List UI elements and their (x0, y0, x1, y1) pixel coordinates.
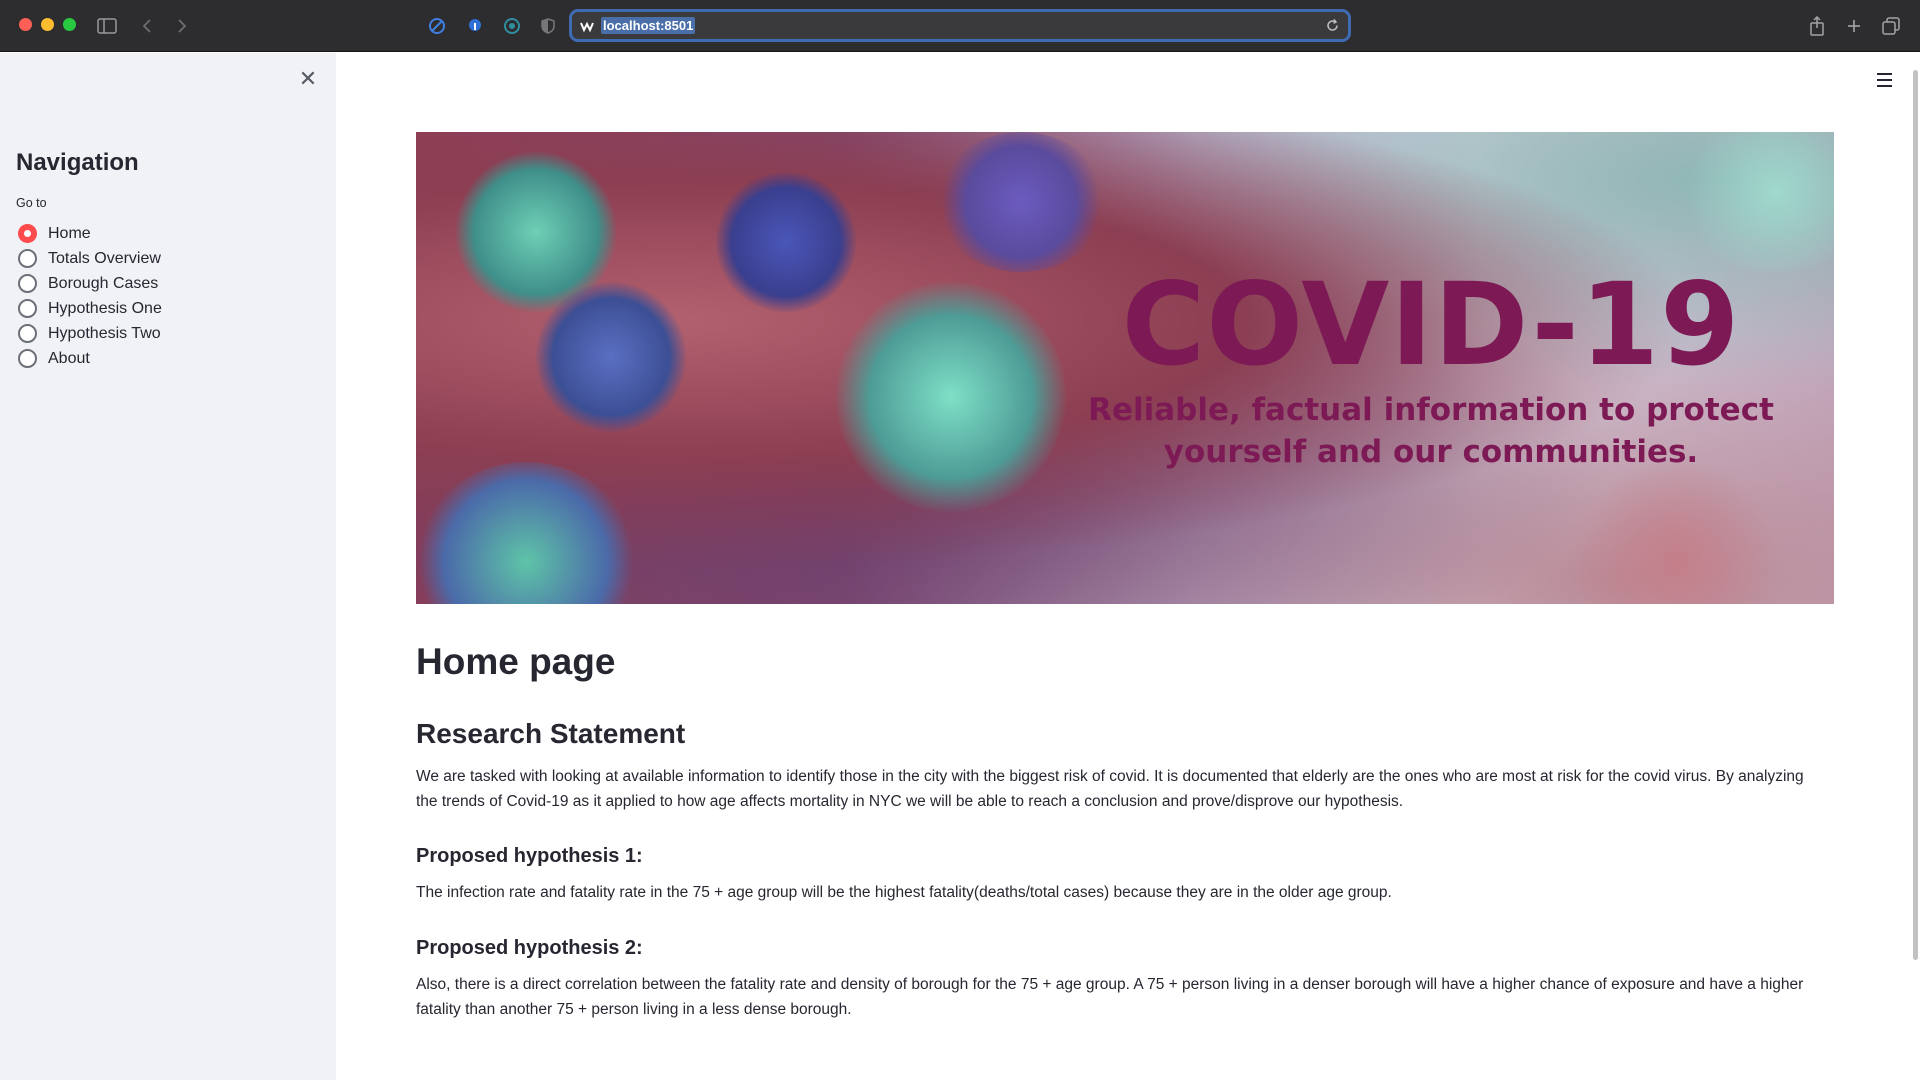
close-window-button[interactable] (19, 18, 32, 31)
radio-option-home[interactable]: Home (18, 221, 162, 246)
reload-icon[interactable] (1325, 18, 1340, 33)
site-icon (580, 21, 594, 32)
hamburger-menu-icon[interactable] (1870, 68, 1898, 92)
sidebar-title: Navigation (16, 149, 139, 176)
sidebar-toggle-icon[interactable] (94, 13, 120, 39)
radio-option-borough-cases[interactable]: Borough Cases (18, 271, 162, 296)
forward-icon[interactable] (169, 13, 195, 39)
covid-banner-image: COVID-19 Reliable, factual information t… (416, 132, 1834, 604)
radio-label: Hypothesis Two (48, 324, 161, 342)
radio-option-about[interactable]: About (18, 346, 162, 371)
share-icon[interactable] (1804, 13, 1830, 39)
back-icon[interactable] (134, 13, 160, 39)
password-extension-icon[interactable] (462, 13, 488, 39)
radio-button[interactable] (18, 299, 37, 318)
page-scrollbar[interactable] (1913, 70, 1918, 960)
blocker-extension-icon[interactable] (424, 13, 450, 39)
radio-button-checked[interactable] (18, 224, 37, 243)
radio-label: Totals Overview (48, 249, 161, 267)
banner-title: COVID-19 (1121, 258, 1741, 391)
radio-option-totals-overview[interactable]: Totals Overview (18, 246, 162, 271)
research-statement-text: We are tasked with looking at available … (416, 768, 1804, 810)
maximize-window-button[interactable] (63, 18, 76, 31)
radio-button[interactable] (18, 249, 37, 268)
privacy-extension-icon[interactable] (499, 13, 525, 39)
goto-label: Go to (16, 196, 47, 210)
research-statement-heading: Research Statement (416, 718, 686, 749)
radio-label: Borough Cases (48, 274, 159, 292)
hypothesis-2-text: Also, there is a direct correlation betw… (416, 976, 1804, 1018)
radio-label: About (48, 349, 90, 367)
close-icon[interactable]: ✕ (296, 66, 320, 91)
hypothesis-1-heading: Proposed hypothesis 1: (416, 845, 643, 867)
banner-subtitle-line2: yourself and our communities. (1163, 434, 1699, 470)
banner-subtitle-line1: Reliable, factual information to protect (1088, 392, 1774, 428)
shield-icon[interactable] (535, 13, 561, 39)
radio-button[interactable] (18, 324, 37, 343)
window-controls (19, 18, 76, 31)
hypothesis-1-text: The infection rate and fatality rate in … (416, 884, 1392, 901)
radio-option-hypothesis-two[interactable]: Hypothesis Two (18, 321, 162, 346)
new-tab-icon[interactable] (1841, 13, 1867, 39)
banner-subtitle: Reliable, factual information to protect… (1056, 389, 1806, 473)
radio-option-hypothesis-one[interactable]: Hypothesis One (18, 296, 162, 321)
browser-toolbar: localhost:8501 (0, 0, 1920, 52)
radio-label: Home (48, 224, 91, 242)
page-title: Home page (416, 641, 616, 682)
sidebar: ✕ Navigation Go to Home Totals Overview … (0, 53, 336, 1080)
tab-overview-icon[interactable] (1878, 13, 1904, 39)
radio-button[interactable] (18, 349, 37, 368)
url-text[interactable]: localhost:8501 (601, 17, 696, 34)
page-radio-group: Home Totals Overview Borough Cases Hypot… (18, 221, 162, 371)
radio-label: Hypothesis One (48, 299, 162, 317)
radio-button[interactable] (18, 274, 37, 293)
address-bar[interactable]: localhost:8501 (569, 9, 1351, 42)
hypothesis-2-heading: Proposed hypothesis 2: (416, 937, 643, 959)
minimize-window-button[interactable] (41, 18, 54, 31)
